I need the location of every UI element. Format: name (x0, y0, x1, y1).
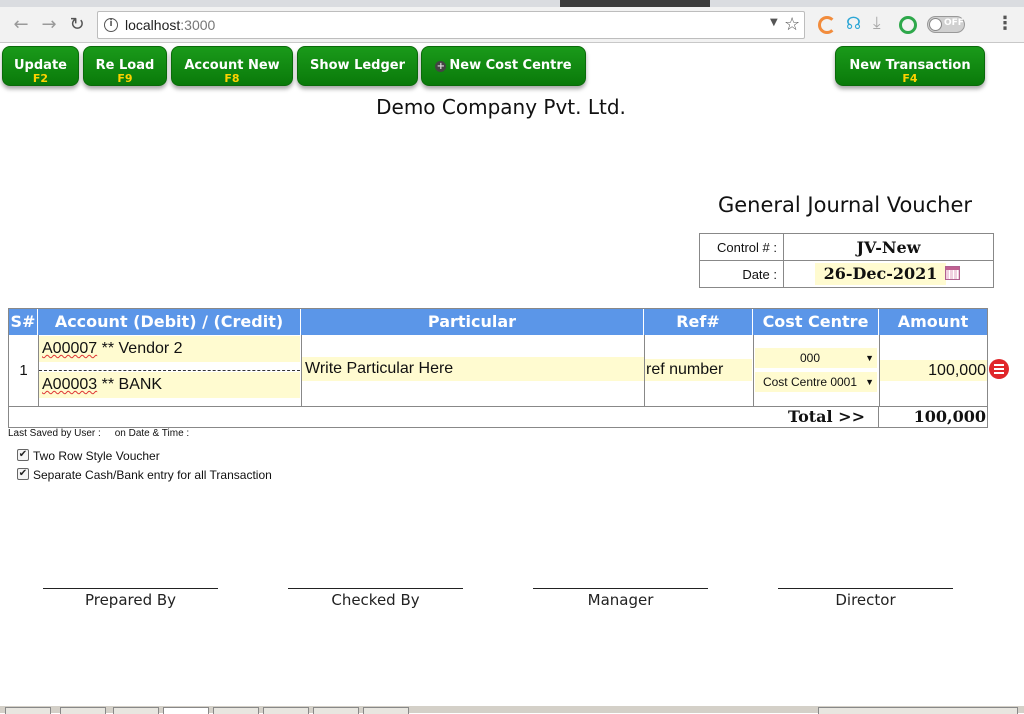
new-transaction-label: New Transaction (849, 58, 971, 73)
manager-label: Manager (587, 591, 654, 609)
dropdown-arrow-icon: ▼ (865, 377, 874, 387)
url-host: localhost (125, 17, 181, 33)
cost-centre-debit-value: 000 (799, 351, 821, 365)
col-header-amount: Amount (879, 309, 987, 335)
checked-by-label: Checked By (331, 591, 420, 609)
signature-line (288, 588, 463, 589)
voucher-control-box: Control # : JV-New Date : 26-Dec-2021 (699, 233, 994, 288)
reload-button[interactable]: Re Load F9 (83, 46, 167, 86)
control-row: Control # : JV-New (700, 234, 993, 261)
plus-circle-icon: + (435, 61, 447, 72)
reload-icon[interactable]: ↻ (65, 13, 89, 37)
browser-tab-strip (0, 0, 1024, 7)
signature-line (533, 588, 708, 589)
ref-number-input[interactable]: ref number (645, 359, 752, 381)
active-tab-edge[interactable] (560, 0, 710, 7)
back-arrow-icon[interactable]: ← (9, 13, 33, 37)
download-extension-icon[interactable]: ⤓ (873, 13, 891, 33)
col-header-ref: Ref# (644, 309, 753, 335)
separate-cash-bank-checkbox[interactable]: ✔ (17, 468, 29, 480)
date-row: Date : 26-Dec-2021 (700, 261, 993, 288)
cost-centre-credit-value: Cost Centre 0001 (762, 375, 858, 389)
extension-c-icon[interactable] (818, 16, 836, 34)
show-ledger-label: Show Ledger (309, 58, 406, 73)
bookmark-star-icon[interactable]: ☆ (784, 14, 800, 35)
amount-input[interactable]: 100,000 (880, 360, 987, 381)
cost-centre-credit-select[interactable]: Cost Centre 0001 ▼ (755, 372, 877, 392)
info-icon[interactable]: i (104, 18, 118, 32)
debit-account-code: A00007 (42, 340, 98, 357)
two-row-style-checkbox[interactable]: ✔ (17, 449, 29, 461)
omnibox-dropdown-icon[interactable]: ▼ (770, 17, 778, 28)
update-button[interactable]: Update F2 (2, 46, 79, 86)
date-input[interactable]: 26-Dec-2021 (815, 263, 946, 285)
url-text[interactable]: localhost:3000 (125, 17, 215, 33)
control-value: JV-New (856, 238, 921, 257)
browser-menu-icon[interactable]: ⋮ (996, 13, 1014, 34)
credit-account-name: ** BANK (97, 376, 163, 393)
director-label: Director (835, 591, 896, 609)
date-label: Date : (700, 261, 784, 288)
power-extension-icon[interactable] (899, 16, 917, 34)
headphones-extension-icon[interactable]: ☊ (846, 14, 864, 34)
col-header-particular: Particular (301, 309, 644, 335)
particular-input[interactable]: Write Particular Here (302, 357, 644, 381)
last-saved-info: Last Saved by User : on Date & Time : (8, 428, 190, 439)
col-header-cost-centre: Cost Centre (753, 309, 879, 335)
new-cost-centre-label: New Cost Centre (449, 58, 572, 73)
extension-toggle[interactable]: OFF (927, 16, 965, 33)
account-new-button[interactable]: Account New F8 (171, 46, 293, 86)
credit-account-input[interactable]: A00003 ** BANK (39, 372, 300, 398)
dropdown-arrow-icon: ▼ (865, 353, 874, 363)
reload-shortcut: F9 (117, 72, 133, 85)
signature-line (778, 588, 953, 589)
col-header-sn: S# (9, 309, 38, 335)
total-label: Total >> (788, 407, 865, 426)
voucher-title: General Journal Voucher (717, 193, 973, 217)
new-cost-centre-button[interactable]: + New Cost Centre (421, 46, 586, 86)
debit-account-name: ** Vendor 2 (97, 340, 183, 357)
cost-centre-debit-select[interactable]: 000 ▼ (755, 348, 877, 368)
os-taskbar (0, 705, 1024, 714)
address-bar[interactable]: i localhost:3000 ▼ ☆ (97, 11, 805, 39)
debit-account-input[interactable]: A00007 ** Vendor 2 (39, 336, 300, 362)
calendar-icon[interactable] (945, 266, 960, 280)
show-ledger-button[interactable]: Show Ledger (297, 46, 418, 86)
credit-account-code: A00003 (42, 376, 98, 393)
account-dashed-divider (39, 370, 300, 371)
control-label: Control # : (700, 234, 784, 260)
signature-line (43, 588, 218, 589)
new-transaction-button[interactable]: New Transaction F4 (835, 46, 985, 86)
account-new-label: Account New (184, 58, 280, 73)
col-divider (753, 335, 754, 406)
voucher-table: S# Account (Debit) / (Credit) Particular… (8, 308, 988, 428)
row-serial-number: 1 (19, 362, 28, 379)
row-delete-menu-icon[interactable] (989, 359, 1009, 379)
col-divider (878, 407, 879, 427)
url-port: :3000 (180, 17, 216, 33)
update-shortcut: F2 (32, 72, 49, 85)
toggle-label: OFF (944, 18, 964, 28)
company-name: Demo Company Pvt. Ltd. (376, 95, 626, 119)
toggle-knob (929, 18, 942, 31)
browser-toolbar: ← → ↻ i localhost:3000 ▼ ☆ ☊ ⤓ OFF ⋮ (0, 7, 1024, 43)
update-label: Update (14, 58, 67, 73)
two-row-style-label: Two Row Style Voucher (33, 449, 160, 463)
prepared-by-label: Prepared By (84, 591, 177, 609)
forward-arrow-icon[interactable]: → (37, 13, 61, 37)
new-transaction-shortcut: F4 (902, 72, 918, 85)
reload-label: Re Load (95, 58, 155, 73)
separate-cash-bank-label: Separate Cash/Bank entry for all Transac… (33, 468, 272, 482)
total-value: 100,000 (913, 407, 986, 426)
col-header-account: Account (Debit) / (Credit) (38, 309, 301, 335)
account-new-shortcut: F8 (224, 72, 240, 85)
